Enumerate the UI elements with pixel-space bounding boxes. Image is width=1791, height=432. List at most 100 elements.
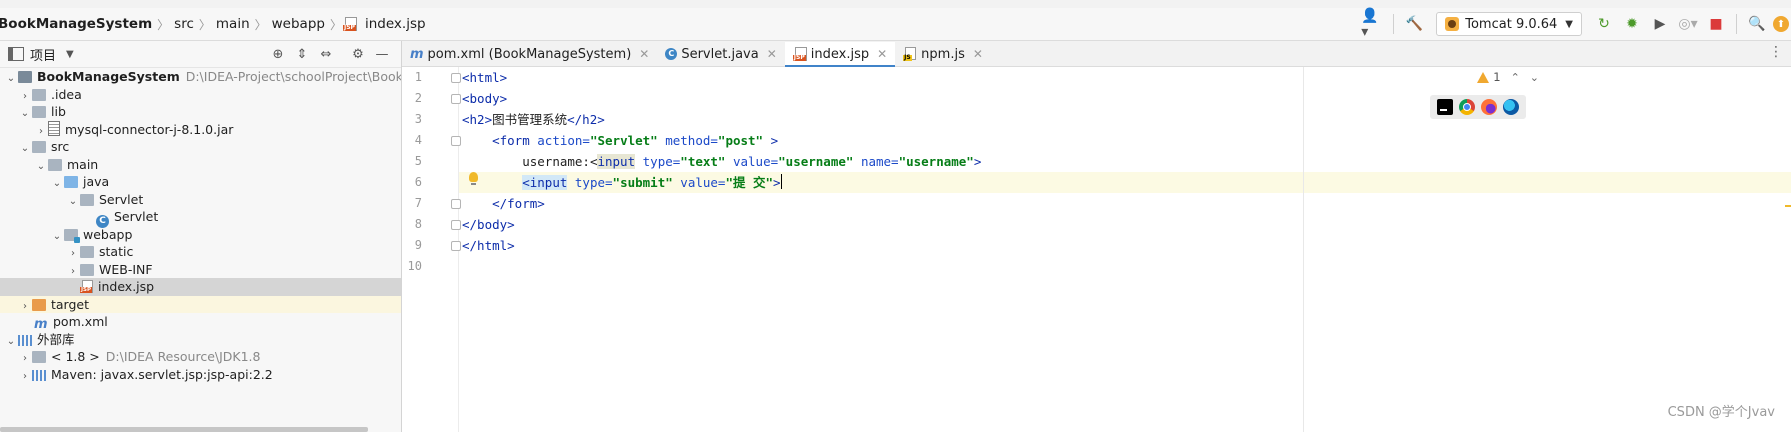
tab-npm-js[interactable]: npm.js ✕ [895, 42, 991, 66]
collapse-all-icon[interactable]: ⇔ [315, 47, 337, 62]
project-panel-title[interactable]: 项目 [30, 45, 56, 64]
chevron-down-icon[interactable]: ⌄ [1530, 71, 1539, 84]
horizontal-scrollbar[interactable] [0, 427, 368, 432]
code-token: "提 交" [725, 175, 774, 190]
stop-icon[interactable]: ■ [1704, 12, 1728, 36]
tree-item-index-jsp[interactable]: index.jsp [0, 278, 401, 296]
chevron-up-icon[interactable]: ⌃ [1511, 71, 1520, 84]
code-token: input [597, 154, 636, 169]
rerun-icon[interactable]: ↻ [1592, 12, 1616, 36]
gear-icon[interactable]: ⚙ [347, 47, 369, 62]
coverage-icon[interactable]: ▶ [1648, 12, 1672, 36]
tree-item-project-root[interactable]: ⌄ BookManageSystem D:\IDEA-Project\schoolP… [0, 68, 401, 86]
code-token: </h2> [567, 112, 605, 127]
close-icon[interactable]: ✕ [639, 47, 649, 61]
tree-item-pom[interactable]: m pom.xml [0, 313, 401, 332]
fold-marker-icon[interactable] [451, 94, 461, 104]
tree-item-jdk[interactable]: › < 1.8 > D:\IDEA Resource\JDK1.8 [0, 348, 401, 366]
class-icon: C [665, 48, 678, 60]
breadcrumb-main[interactable]: main [212, 16, 254, 32]
code-line: </html> [402, 235, 1791, 256]
code-token: </html> [462, 238, 515, 253]
fold-marker-icon[interactable] [451, 220, 461, 230]
tree-item-label: Maven: javax.servlet.jsp:jsp-api:2.2 [51, 366, 273, 382]
folder-icon [80, 263, 94, 276]
tree-item-webapp[interactable]: ⌄ webapp [0, 226, 401, 244]
tree-item-path: D:\IDEA-Project\schoolProject\BookManage… [185, 69, 401, 84]
intellij-browser-icon[interactable] [1437, 99, 1453, 115]
tree-item-label: WEB-INF [99, 261, 153, 277]
line-number: 3 [414, 112, 422, 126]
browser-preview-bar [1430, 95, 1526, 119]
breadcrumb-webapp[interactable]: webapp [268, 16, 329, 32]
more-options-icon[interactable]: ⋮ [1769, 44, 1783, 60]
breadcrumb-project[interactable]: BookManageSystem [0, 16, 156, 32]
edge-icon[interactable] [1503, 99, 1519, 115]
tree-item-static[interactable]: › static [0, 243, 401, 261]
tab-label: index.jsp [810, 46, 870, 62]
chevron-down-icon: ▼ [1565, 18, 1573, 30]
search-icon[interactable]: 🔍 [1745, 12, 1769, 36]
web-folder-icon [64, 228, 80, 243]
tab-pom-xml[interactable]: m pom.xml (BookManageSystem) ✕ [402, 42, 657, 66]
maven-icon: m [410, 46, 424, 62]
breadcrumb-src[interactable]: src [170, 16, 198, 32]
fold-marker-icon[interactable] [451, 241, 461, 251]
expand-all-icon[interactable]: ⇕ [291, 47, 313, 62]
build-hammer-icon[interactable]: 🔨 [1402, 12, 1426, 36]
close-icon[interactable]: ✕ [767, 47, 777, 61]
inspection-widget[interactable]: 1 ⌃ ⌄ [1477, 67, 1539, 87]
tree-item-src[interactable]: ⌄ src [0, 138, 401, 156]
chevron-right-icon[interactable]: › [18, 368, 32, 386]
jdk-folder-icon [32, 351, 46, 363]
code-token: "text" [680, 154, 726, 169]
chevron-down-icon[interactable]: ▼ [66, 49, 74, 60]
navigation-bar: BookManageSystem 〉 src 〉 main 〉 webapp 〉… [0, 8, 1791, 41]
breadcrumb-file[interactable]: index.jsp [361, 16, 430, 32]
fold-marker-icon[interactable] [451, 136, 461, 146]
jar-icon [48, 120, 60, 136]
firefox-icon[interactable] [1481, 99, 1497, 115]
tab-label: pom.xml (BookManageSystem) [427, 46, 632, 62]
locate-icon[interactable]: ⊕ [267, 47, 289, 62]
source-folder-icon [64, 176, 78, 188]
tab-servlet-java[interactable]: C Servlet.java ✕ [657, 42, 784, 66]
code-token: <body> [462, 91, 508, 106]
tree-item-idea[interactable]: › .idea [0, 86, 401, 104]
minimize-icon[interactable]: — [371, 47, 393, 62]
tree-item-main[interactable]: ⌄ main [0, 156, 401, 174]
tree-item-target[interactable]: › target [0, 295, 401, 313]
code-area[interactable]: <html> <body> <h2>图书管理系统</h2> <form acti… [402, 67, 1791, 432]
run-configuration-select[interactable]: Tomcat 9.0.64 ▼ [1436, 12, 1582, 36]
close-icon[interactable]: ✕ [877, 47, 887, 61]
tab-index-jsp[interactable]: index.jsp ✕ [784, 42, 896, 67]
toolbar-divider [1393, 14, 1395, 34]
warning-stripe-marker[interactable] [1785, 205, 1791, 207]
tree-item-label: pom.xml [53, 314, 108, 329]
code-line: <body> [402, 88, 1791, 109]
code-token: method= [665, 133, 718, 148]
update-icon[interactable]: ⬆ [1773, 16, 1789, 32]
tree-item-label: static [99, 244, 134, 259]
debug-bug-icon[interactable]: ✹ [1620, 12, 1644, 36]
tree-item-web-inf[interactable]: › WEB-INF [0, 261, 401, 279]
fold-marker-icon[interactable] [451, 199, 461, 209]
code-token: > [773, 175, 781, 190]
tree-item-servlet-class[interactable]: C Servlet [0, 208, 401, 228]
line-number-gutter[interactable]: 1 2 3 4 5 6 7 8 9 10 [402, 67, 461, 432]
chrome-icon[interactable] [1459, 99, 1475, 115]
user-icon[interactable]: 👤▾ [1361, 8, 1385, 40]
tree-item-servlet-package[interactable]: ⌄ Servlet [0, 191, 401, 209]
library-icon [32, 369, 46, 381]
lightbulb-icon[interactable] [469, 172, 478, 185]
tree-item-external-libraries[interactable]: ⌄ 外部库 [0, 331, 401, 349]
chevron-right-icon: 〉 [254, 17, 267, 32]
project-folder-icon [18, 71, 32, 83]
tree-item-java[interactable]: ⌄ java [0, 173, 401, 191]
profiler-icon[interactable]: ◎▾ [1676, 12, 1700, 36]
tree-item-jar[interactable]: › mysql-connector-j-8.1.0.jar [0, 120, 401, 139]
tree-item-lib[interactable]: ⌄ lib [0, 103, 401, 121]
fold-marker-icon[interactable] [451, 73, 461, 83]
tree-item-maven-lib[interactable]: › Maven: javax.servlet.jsp:jsp-api:2.2 [0, 366, 401, 384]
close-icon[interactable]: ✕ [973, 47, 983, 61]
